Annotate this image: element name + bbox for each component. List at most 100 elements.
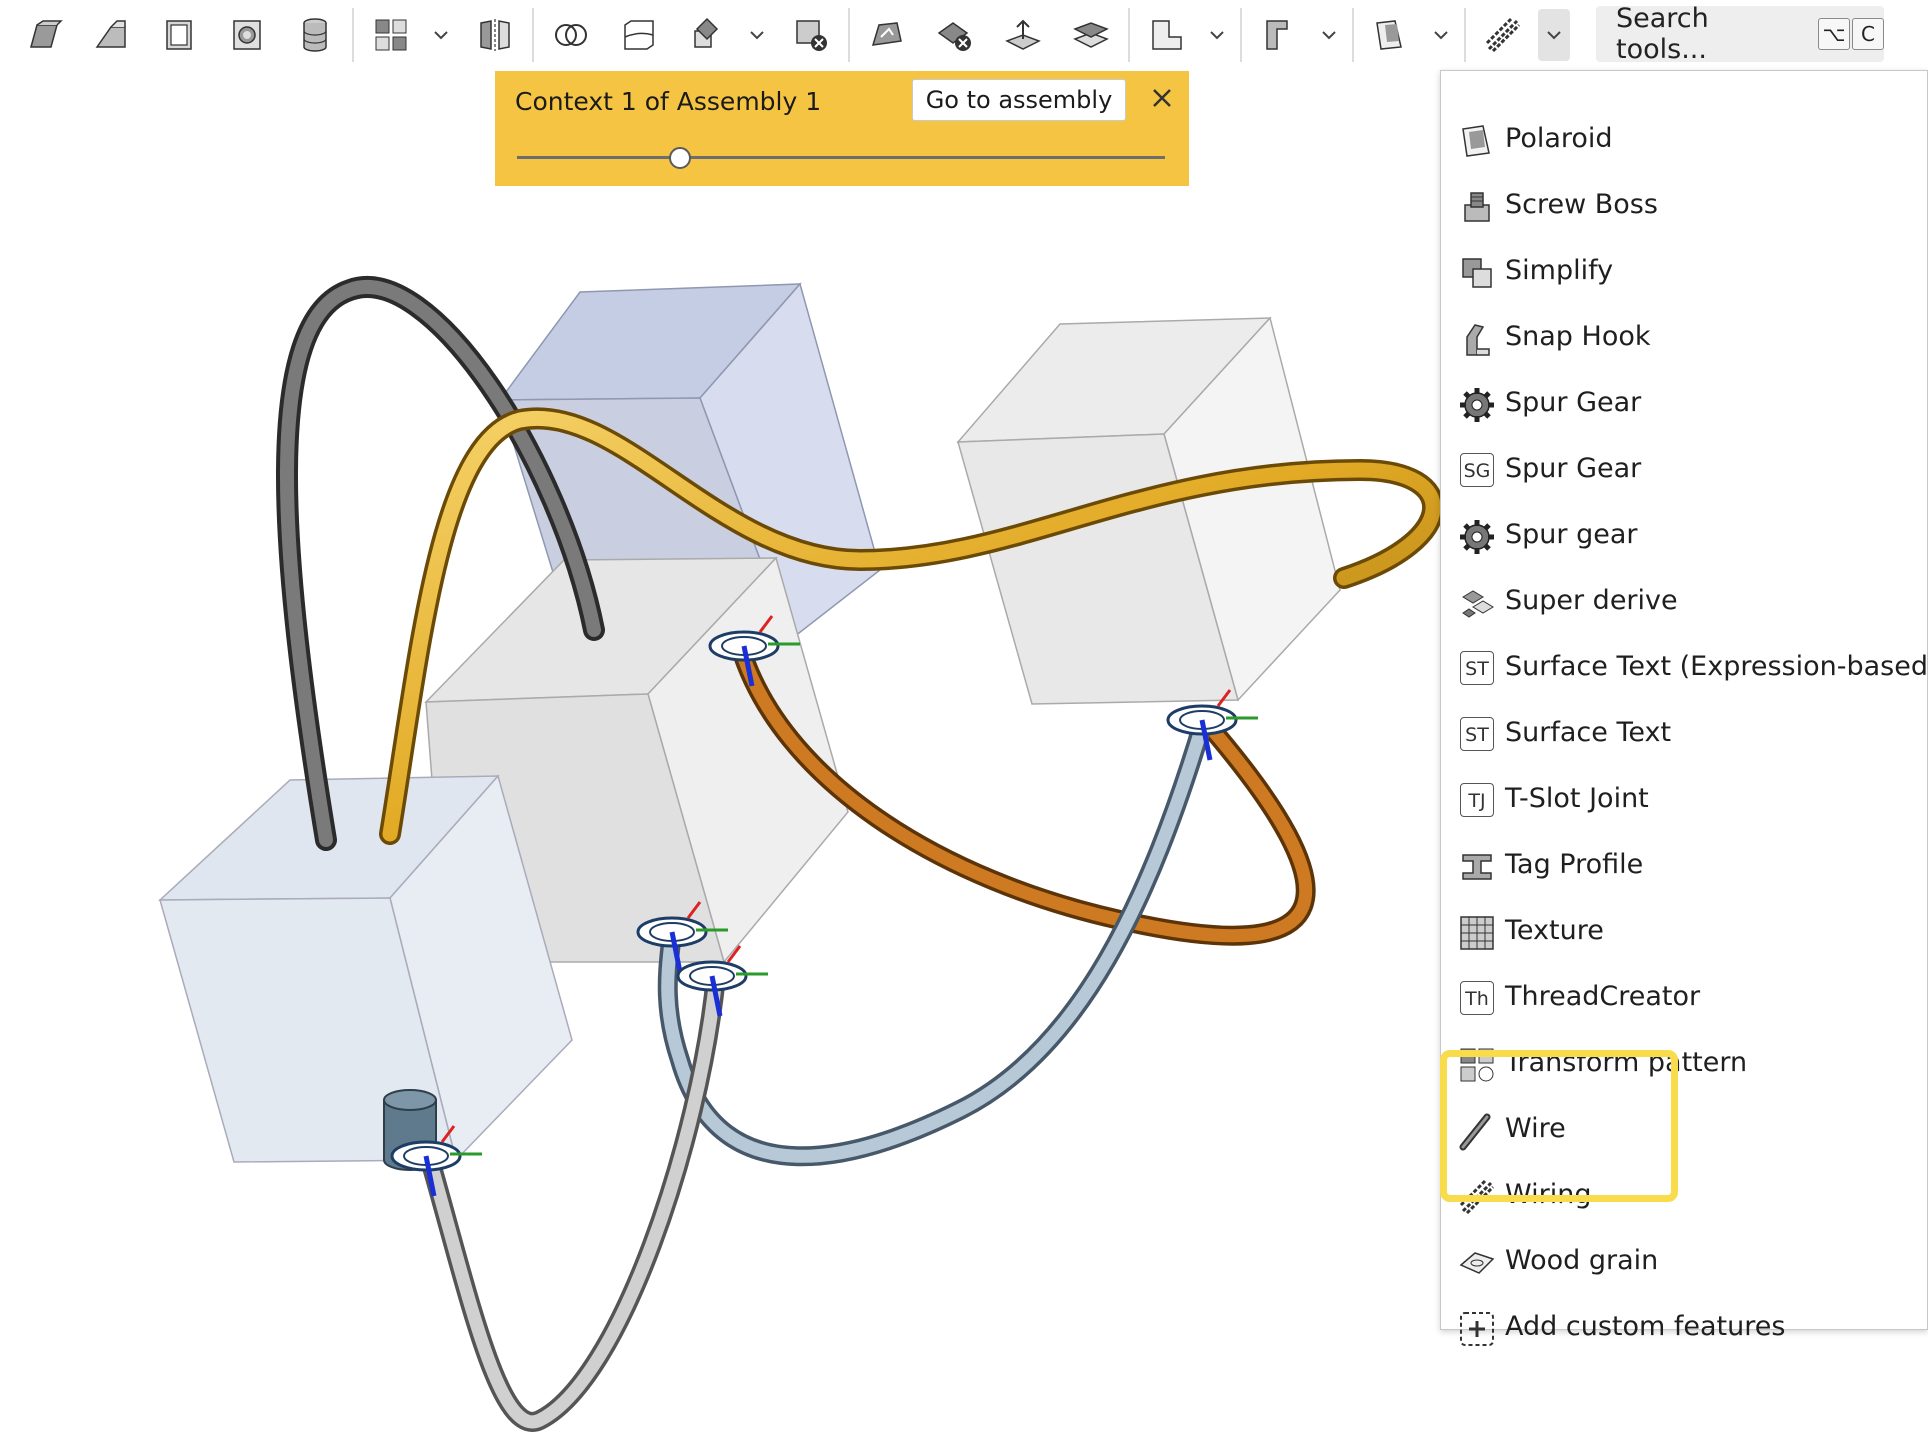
gear-icon xyxy=(1460,520,1494,554)
sheet-metal-icon[interactable] xyxy=(1144,12,1190,58)
menu-item-label: Polaroid xyxy=(1505,123,1613,154)
mirror-icon[interactable] xyxy=(472,12,518,58)
menu-item-label: Add custom features xyxy=(1505,1311,1786,1342)
menu-item-spur-gear-lower[interactable]: Spur gear xyxy=(1441,503,1927,569)
delete-part-icon[interactable] xyxy=(788,12,834,58)
context-slider-track[interactable] xyxy=(517,156,1165,159)
polaroid-icon xyxy=(1462,125,1490,157)
move-face-icon[interactable] xyxy=(1000,12,1046,58)
super-derive-icon xyxy=(1462,590,1494,618)
menu-item-add-custom-features[interactable]: Add custom features xyxy=(1441,1295,1927,1361)
wire-icon xyxy=(1459,1113,1491,1151)
modify-fillet-icon[interactable] xyxy=(864,12,910,58)
boolean-icon[interactable] xyxy=(548,12,594,58)
menu-item-wire[interactable]: Wire xyxy=(1441,1097,1927,1163)
toolbar-separator xyxy=(532,8,534,62)
menu-item-threadcreator[interactable]: Th ThreadCreator xyxy=(1441,965,1927,1031)
simplify-icon xyxy=(1462,258,1492,288)
toolbar-separator xyxy=(1464,8,1466,62)
delete-face-icon[interactable] xyxy=(932,12,978,58)
menu-item-screw-boss[interactable]: Screw Boss xyxy=(1441,173,1927,239)
custom-features-dropdown-chevron-icon[interactable] xyxy=(1430,12,1452,58)
menu-item-label: Simplify xyxy=(1505,255,1614,286)
menu-item-polaroid[interactable]: Polaroid xyxy=(1441,107,1927,173)
polaroid-icon[interactable] xyxy=(1368,12,1414,58)
box-front-left xyxy=(158,774,573,1171)
menu-item-label: Screw Boss xyxy=(1505,189,1658,220)
transform-dropdown-chevron-icon[interactable] xyxy=(746,12,768,58)
wiring-icon xyxy=(1459,1179,1495,1215)
search-tools-box[interactable]: Search tools... ⌥ C xyxy=(1596,3,1885,65)
pattern-dropdown-chevron-icon[interactable] xyxy=(430,12,452,58)
st-badge-icon: ST xyxy=(1460,651,1494,685)
box-right xyxy=(956,316,1341,705)
context-title: Context 1 of Assembly 1 xyxy=(515,87,822,116)
menu-item-label: T-Slot Joint xyxy=(1505,783,1649,814)
custom-features-menu: Polaroid Screw Boss Simplify Snap Hook S… xyxy=(1440,70,1928,1346)
menu-item-label: Wood grain xyxy=(1505,1245,1659,1276)
menu-item-texture[interactable]: Texture xyxy=(1441,899,1927,965)
menu-item-wood-grain[interactable]: Wood grain xyxy=(1441,1229,1927,1295)
transform-icon[interactable] xyxy=(684,12,730,58)
replace-face-icon[interactable] xyxy=(1068,12,1114,58)
extrude-icon[interactable] xyxy=(20,12,66,58)
frame-dropdown-chevron-icon[interactable] xyxy=(1318,12,1340,58)
tj-badge-icon: TJ xyxy=(1460,783,1494,817)
tag-profile-icon xyxy=(1462,854,1492,880)
menu-item-super-derive[interactable]: Super derive xyxy=(1441,569,1927,635)
snap-hook-icon xyxy=(1466,324,1490,356)
toolbar-separator xyxy=(1352,8,1354,62)
menu-item-wiring[interactable]: Wiring xyxy=(1441,1163,1927,1229)
add-custom-icon xyxy=(1460,1312,1494,1346)
context-banner: Context 1 of Assembly 1 Go to assembly xyxy=(495,71,1189,186)
pattern-icon[interactable] xyxy=(368,12,414,58)
menu-item-transform-pattern[interactable]: Transform pattern xyxy=(1441,1031,1927,1097)
context-slider-thumb[interactable] xyxy=(669,147,691,169)
menu-item-label: Super derive xyxy=(1505,585,1678,616)
menu-item-snap-hook[interactable]: Snap Hook xyxy=(1441,305,1927,371)
toolbar-separator xyxy=(848,8,850,62)
go-to-assembly-button[interactable]: Go to assembly xyxy=(912,79,1126,121)
feature-toolbar: Search tools... ⌥ C xyxy=(0,0,1928,70)
frame-icon[interactable] xyxy=(1256,12,1302,58)
wiring-dropdown-chevron-icon[interactable] xyxy=(1538,9,1570,61)
sheet-metal-dropdown-chevron-icon[interactable] xyxy=(1206,12,1228,58)
menu-item-label: Texture xyxy=(1505,915,1604,946)
search-tools-placeholder: Search tools... xyxy=(1616,3,1709,65)
menu-item-spur-gear[interactable]: Spur Gear xyxy=(1441,371,1927,437)
st-badge-icon: ST xyxy=(1460,717,1494,751)
transform-pattern-icon xyxy=(1460,1048,1494,1082)
toolbar-separator xyxy=(1240,8,1242,62)
menu-item-label: Snap Hook xyxy=(1505,321,1651,352)
menu-item-simplify[interactable]: Simplify xyxy=(1441,239,1927,305)
menu-item-t-slot-joint[interactable]: TJ T-Slot Joint xyxy=(1441,767,1927,833)
th-badge-icon: Th xyxy=(1460,981,1494,1015)
thicken-icon[interactable] xyxy=(292,12,338,58)
revolve-icon[interactable] xyxy=(88,12,134,58)
toolbar-separator xyxy=(1128,8,1130,62)
menu-item-spur-gear-sg[interactable]: SG Spur Gear xyxy=(1441,437,1927,503)
split-icon[interactable] xyxy=(616,12,662,58)
gear-icon xyxy=(1460,388,1494,422)
menu-item-label: Spur Gear xyxy=(1505,453,1642,484)
menu-item-label: Wire xyxy=(1505,1113,1566,1144)
menu-item-surface-text-expression[interactable]: ST Surface Text (Expression-based) xyxy=(1441,635,1928,701)
sg-badge-icon: SG xyxy=(1460,453,1494,487)
toolbar-separator xyxy=(352,8,354,62)
menu-item-label: Wiring xyxy=(1505,1179,1592,1210)
menu-item-label: Surface Text xyxy=(1505,717,1672,748)
menu-item-tag-profile[interactable]: Tag Profile xyxy=(1441,833,1927,899)
loft-icon[interactable] xyxy=(224,12,270,58)
shortcut-key-c: C xyxy=(1852,18,1885,50)
close-icon[interactable] xyxy=(1147,83,1177,113)
texture-icon xyxy=(1460,916,1494,950)
shortcut-key-option: ⌥ xyxy=(1818,18,1851,50)
menu-item-surface-text[interactable]: ST Surface Text xyxy=(1441,701,1927,767)
wiring-icon[interactable] xyxy=(1480,12,1526,58)
menu-item-label: Surface Text (Expression-based) xyxy=(1505,651,1928,682)
sweep-icon[interactable] xyxy=(156,12,202,58)
menu-item-label: ThreadCreator xyxy=(1505,981,1701,1012)
menu-item-label: Transform pattern xyxy=(1505,1047,1748,1078)
menu-item-label: Tag Profile xyxy=(1505,849,1644,880)
wood-grain-icon xyxy=(1459,1252,1495,1274)
